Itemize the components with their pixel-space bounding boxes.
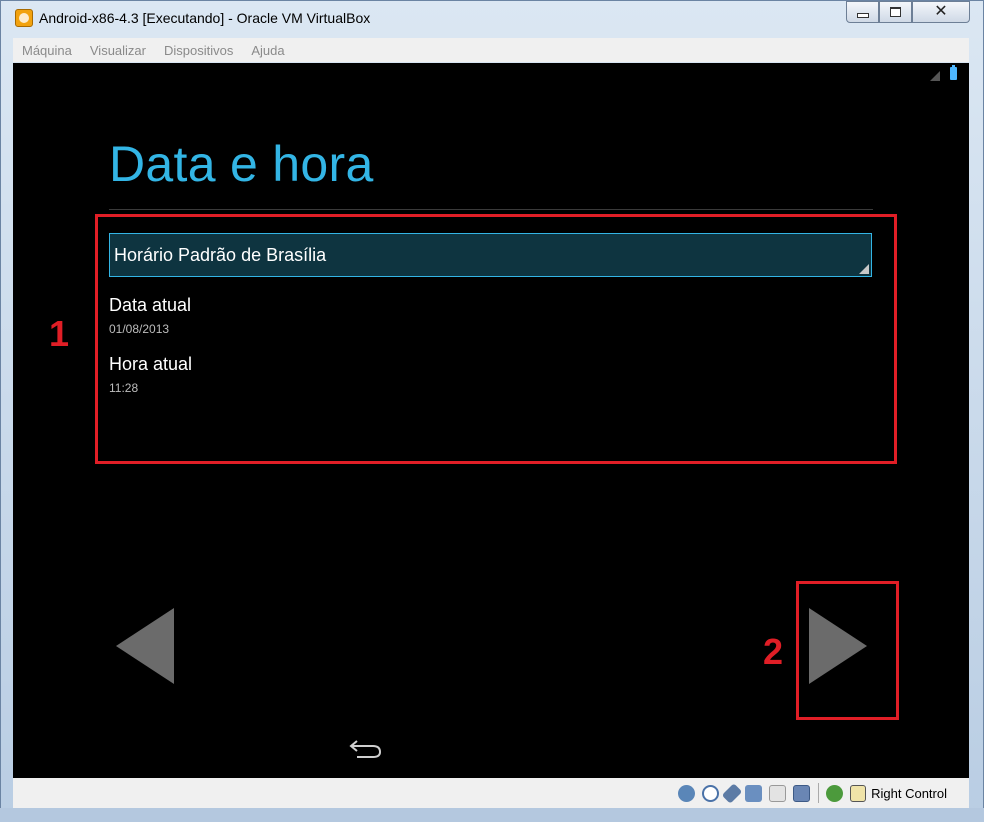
display-icon[interactable]	[793, 784, 811, 802]
back-icon[interactable]	[349, 735, 383, 761]
annotation-box-1	[95, 214, 897, 464]
status-separator	[818, 783, 820, 803]
mouse-integration-icon[interactable]	[826, 784, 844, 802]
minimize-icon	[856, 12, 869, 18]
hard-disk-icon[interactable]	[678, 784, 696, 802]
title-divider	[109, 209, 873, 210]
keyboard-capture-icon[interactable]	[850, 784, 867, 802]
optical-drive-icon[interactable]	[702, 784, 720, 802]
annotation-label-1: 1	[49, 313, 70, 354]
title-bar[interactable]: Android-x86-4.3 [Executando] - Oracle VM…	[1, 1, 983, 37]
vm-status-bar: Right Control	[13, 778, 969, 808]
minimize-button[interactable]	[846, 1, 879, 23]
menu-maquina[interactable]: Máquina	[13, 43, 81, 58]
virtualbox-icon	[15, 9, 33, 27]
virtualbox-window: Android-x86-4.3 [Executando] - Oracle VM…	[0, 0, 984, 822]
menu-dispositivos[interactable]: Dispositivos	[155, 43, 242, 58]
annotation-box-2	[796, 581, 899, 720]
maximize-button[interactable]	[879, 1, 912, 23]
network-icon[interactable]	[745, 784, 763, 802]
annotation-label-2: 2	[763, 631, 784, 672]
usb-icon[interactable]	[721, 782, 743, 804]
signal-icon	[930, 71, 940, 81]
host-key-label: Right Control	[871, 785, 947, 801]
menu-ajuda[interactable]: Ajuda	[242, 43, 293, 58]
close-button[interactable]: ✕	[912, 1, 970, 23]
window-title: Android-x86-4.3 [Executando] - Oracle VM…	[39, 10, 371, 26]
maximize-icon	[890, 7, 901, 17]
shared-folder-icon[interactable]	[769, 784, 787, 802]
desktop-taskbar-strip	[0, 808, 984, 822]
arrow-left-icon[interactable]	[116, 608, 174, 684]
close-icon: ✕	[934, 3, 948, 20]
menu-bar: Máquina Visualizar Dispositivos Ajuda	[13, 38, 969, 62]
battery-icon	[950, 65, 957, 80]
menu-visualizar[interactable]: Visualizar	[81, 43, 155, 58]
page-title: Data e hora	[109, 136, 374, 192]
